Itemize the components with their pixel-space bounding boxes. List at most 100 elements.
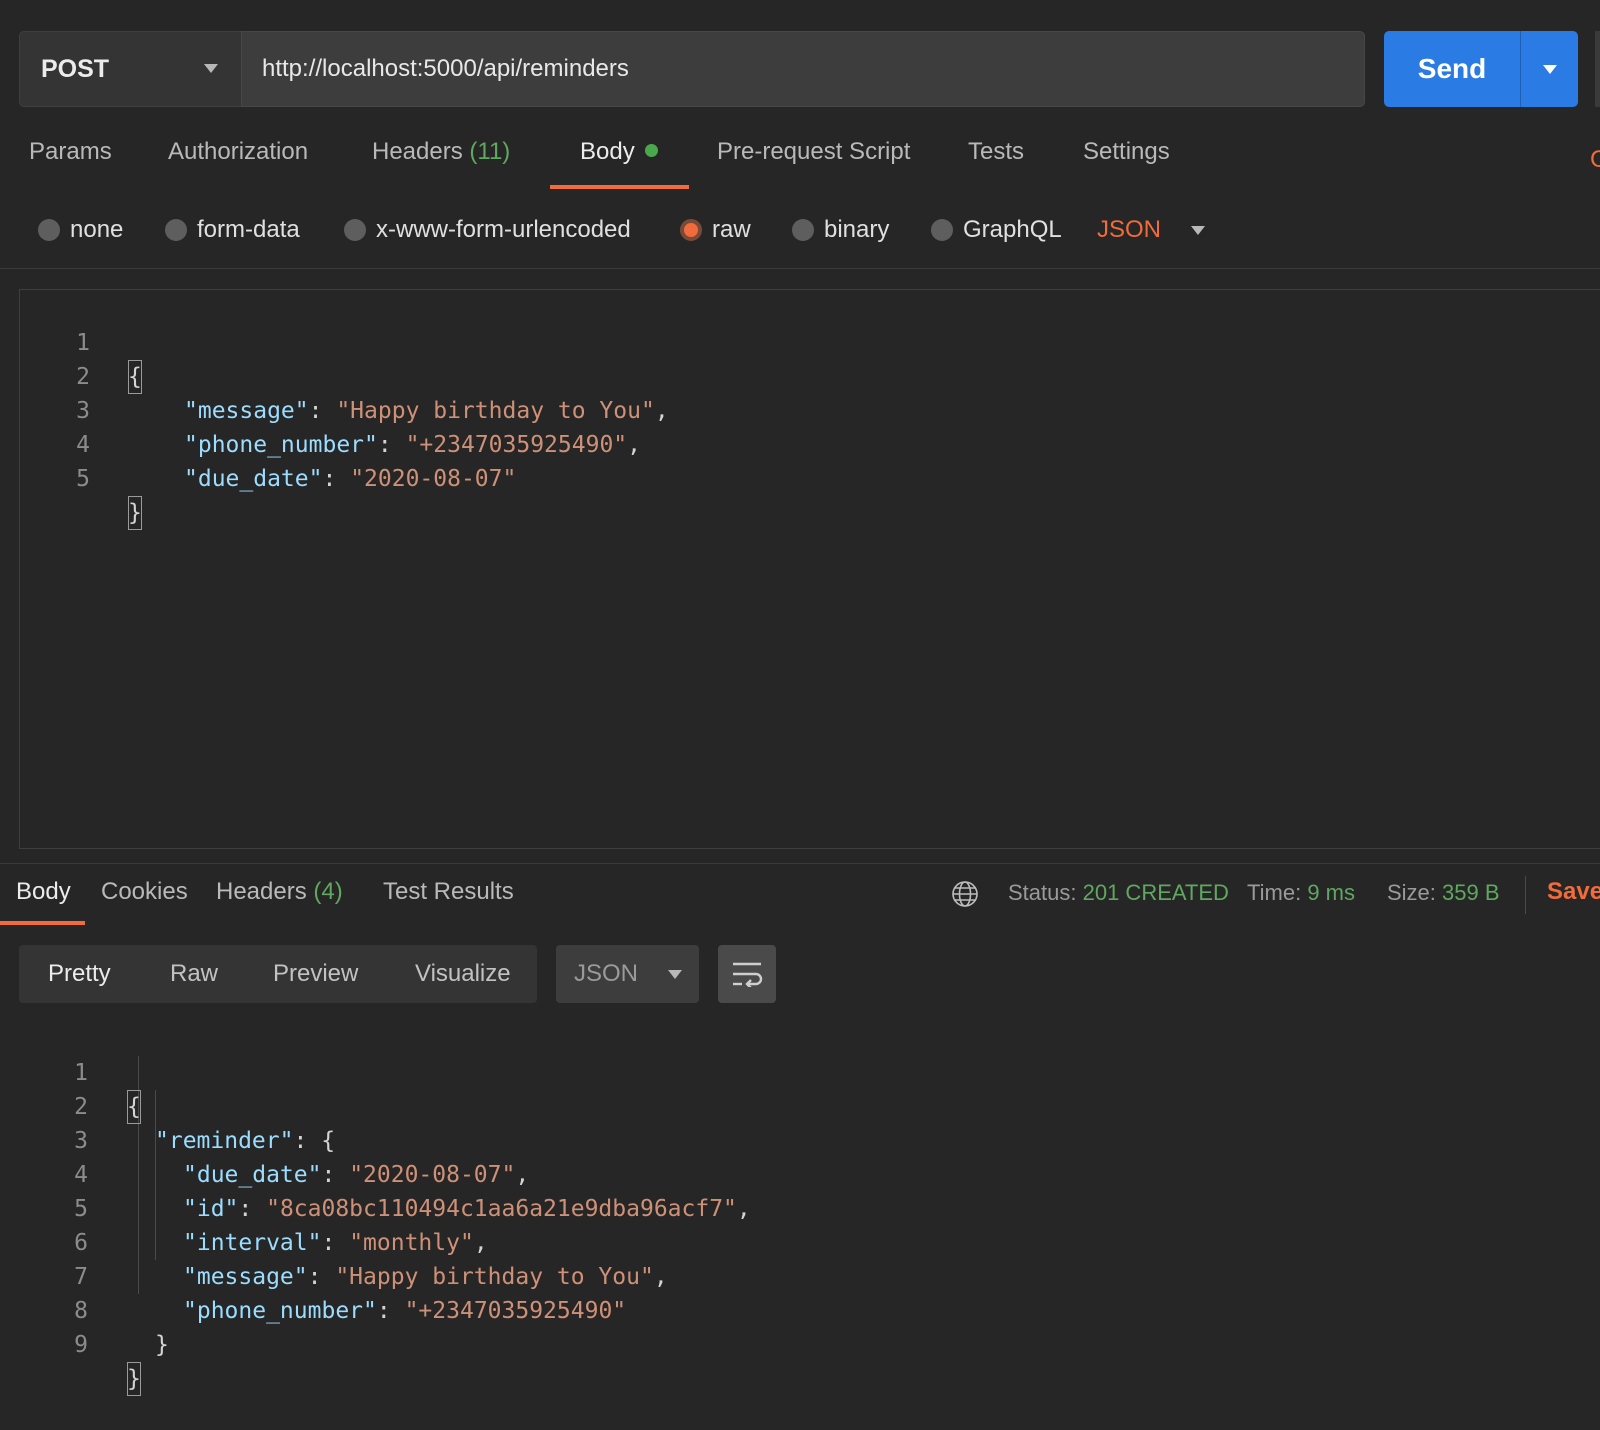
json-key: "due_date": [183, 1162, 322, 1188]
radio-label: binary: [824, 216, 890, 243]
view-pretty-button[interactable]: Pretty: [48, 945, 111, 1003]
tab-settings[interactable]: Settings: [1083, 138, 1170, 190]
json-punctuation: ,: [736, 1196, 751, 1222]
tab-label: Params: [29, 138, 112, 165]
code-line: 3 "phone_number": "+2347035925490",: [20, 360, 641, 458]
view-preview-button[interactable]: Preview: [273, 945, 358, 1003]
tab-authorization[interactable]: Authorization: [168, 138, 308, 190]
code-line: 6 "message": "Happy birthday to You",: [0, 1192, 668, 1290]
radio-form-data[interactable]: form-data: [165, 210, 300, 250]
response-body-viewer[interactable]: 1 { 2 "reminder": { 3 "due_date": "2020-…: [0, 1022, 1600, 1396]
response-status: Status: 201 CREATED: [1008, 880, 1229, 906]
radio-icon: [165, 219, 187, 241]
code-line: 4 "due_date": "2020-08-07": [20, 394, 516, 492]
code-brace: }: [128, 496, 142, 530]
globe-icon[interactable]: [951, 880, 979, 908]
send-options-button[interactable]: [1520, 31, 1578, 107]
size-label: Size:: [1387, 880, 1436, 905]
tab-tests[interactable]: Tests: [968, 138, 1024, 190]
response-time: Time: 9 ms: [1247, 880, 1355, 906]
wrap-lines-icon: [733, 962, 763, 987]
code-line: 2 "reminder": {: [0, 1056, 335, 1154]
response-tab-cookies[interactable]: Cookies: [101, 878, 188, 918]
code-brace: }: [127, 1362, 141, 1396]
body-language-label: JSON: [1097, 216, 1162, 243]
code-line: 7 "phone_number": "+2347035925490": [0, 1226, 626, 1324]
request-body-editor[interactable]: 1 { 2 "message": "Happy birthday to You"…: [19, 289, 1600, 849]
wrap-lines-button[interactable]: [718, 945, 776, 1003]
body-language-select[interactable]: JSON: [1097, 210, 1206, 250]
json-punctuation: ,: [473, 1230, 488, 1256]
tab-body[interactable]: Body: [580, 138, 658, 190]
json-punctuation: ,: [627, 432, 641, 458]
status-value: 201 CREATED: [1082, 880, 1229, 905]
tab-label: Pre-request Script: [717, 138, 911, 165]
size-value: 359 B: [1442, 880, 1500, 905]
send-button[interactable]: Send: [1384, 31, 1520, 107]
json-key: "message": [184, 398, 309, 424]
method-select[interactable]: POST: [19, 31, 241, 107]
view-raw-button[interactable]: Raw: [170, 945, 218, 1003]
tab-pre-request-script[interactable]: Pre-request Script: [717, 138, 910, 190]
json-key: "interval": [183, 1230, 322, 1256]
response-language-select[interactable]: JSON: [556, 945, 699, 1003]
json-value: "8ca08bc110494c1aa6a21e9dba96acf7": [266, 1196, 737, 1222]
chevron-down-icon: [204, 64, 218, 73]
tab-params[interactable]: Params: [29, 138, 112, 190]
tab-label: Body: [16, 878, 71, 905]
radio-raw[interactable]: raw: [680, 210, 751, 250]
body-set-indicator: [644, 144, 658, 157]
json-value: "2020-08-07": [350, 466, 517, 492]
radio-icon: [931, 219, 953, 241]
status-label: Status:: [1008, 880, 1077, 905]
url-input[interactable]: http://localhost:5000/api/reminders: [241, 31, 1365, 107]
json-punctuation: ,: [653, 1264, 668, 1290]
json-value: "2020-08-07": [349, 1162, 516, 1188]
json-value: "Happy birthday to You": [336, 398, 655, 424]
body-type-options: none form-data x-www-form-urlencoded raw…: [0, 210, 1600, 250]
radio-x-www-form-urlencoded[interactable]: x-www-form-urlencoded: [344, 210, 631, 250]
code-line: 1 {: [0, 1022, 141, 1124]
radio-label: form-data: [197, 216, 300, 243]
code-line: 2 "message": "Happy birthday to You",: [20, 326, 669, 424]
chevron-down-icon: [1191, 225, 1206, 235]
json-key: "phone_number": [184, 432, 378, 458]
tab-label: Headers: [372, 138, 463, 165]
save-button-edge[interactable]: [1595, 31, 1600, 107]
headers-count: (4): [313, 878, 343, 905]
response-tab-body[interactable]: Body: [16, 878, 71, 918]
radio-binary[interactable]: binary: [792, 210, 889, 250]
json-key: "id": [183, 1196, 239, 1222]
json-key: "phone_number": [183, 1298, 377, 1324]
active-tab-indicator: [550, 185, 689, 189]
active-tab-indicator: [0, 921, 85, 925]
divider: [1525, 876, 1526, 914]
json-key: "message": [183, 1264, 308, 1290]
radio-label: none: [70, 216, 124, 243]
response-tab-test-results[interactable]: Test Results: [383, 878, 514, 918]
code-brace: {: [127, 1090, 141, 1124]
send-label: Send: [1417, 53, 1487, 84]
radio-none[interactable]: none: [38, 210, 123, 250]
tab-label: Authorization: [168, 138, 309, 165]
json-value: {: [321, 1128, 336, 1154]
tab-headers[interactable]: Headers (11): [372, 138, 510, 190]
code-line: 9 }: [0, 1294, 141, 1396]
view-visualize-button[interactable]: Visualize: [415, 945, 511, 1003]
request-tabs: Params Authorization Headers (11) Body P…: [0, 138, 1600, 190]
json-value: "+2347035925490": [404, 1298, 627, 1324]
json-value: "monthly": [349, 1230, 474, 1256]
radio-label: raw: [712, 216, 751, 243]
code-brace: {: [128, 360, 142, 394]
line-number: 9: [74, 1332, 88, 1358]
tab-label: Settings: [1083, 138, 1170, 165]
json-punctuation: ,: [654, 398, 669, 424]
code-line: 5 }: [20, 428, 142, 530]
code-line: 8 }: [0, 1260, 169, 1358]
save-response-button[interactable]: Save: [1547, 878, 1600, 906]
radio-graphql[interactable]: GraphQL: [931, 210, 1062, 250]
response-tab-headers[interactable]: Headers (4): [216, 878, 343, 918]
method-label: POST: [41, 54, 110, 83]
cookies-link-edge[interactable]: C: [1590, 146, 1600, 174]
radio-selected-icon: [680, 219, 702, 241]
